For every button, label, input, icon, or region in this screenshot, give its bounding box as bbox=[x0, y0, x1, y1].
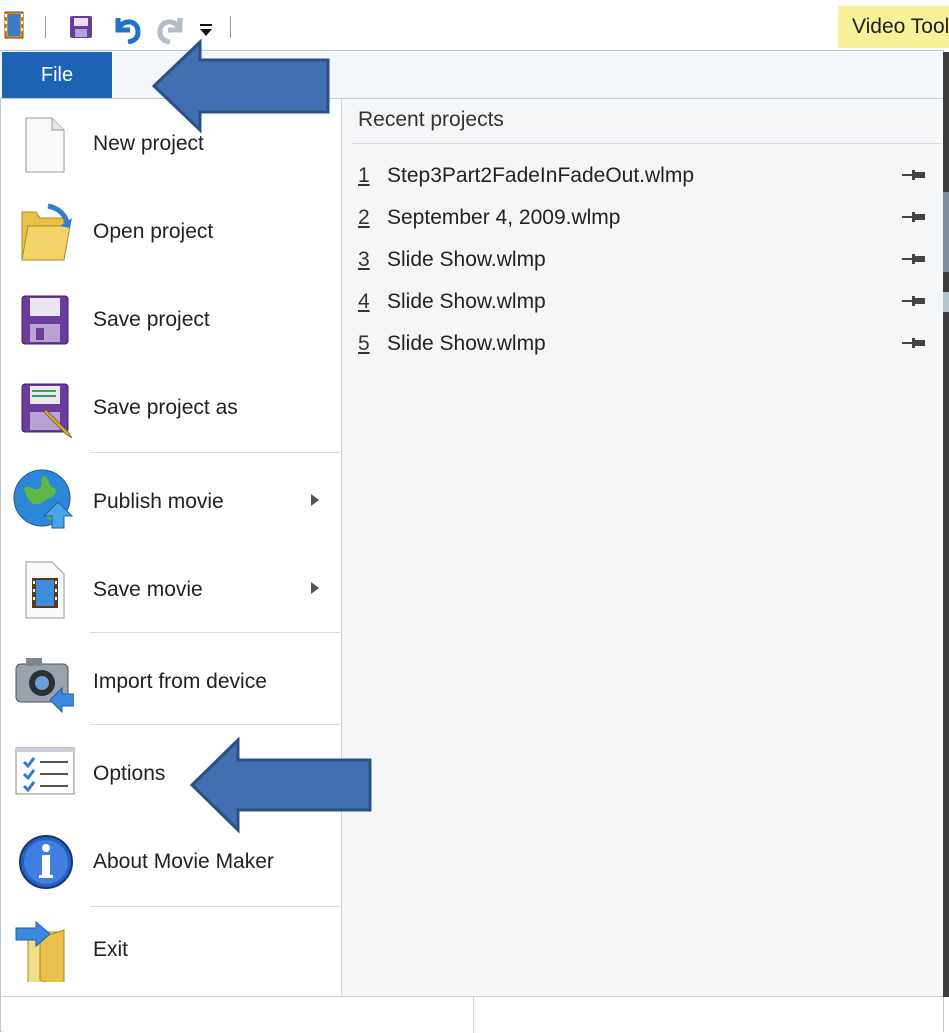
recent-project-number: 5 bbox=[358, 332, 370, 355]
checklist-icon bbox=[15, 747, 75, 795]
recent-project-name: Slide Show.wlmp bbox=[387, 290, 546, 313]
pin-icon[interactable] bbox=[902, 336, 928, 350]
film-strip-icon[interactable] bbox=[2, 10, 26, 40]
ribbon-tab-bar bbox=[0, 52, 943, 99]
menu-item-label: Save project bbox=[93, 308, 210, 331]
film-file-icon bbox=[25, 561, 65, 619]
recent-project-number: 4 bbox=[358, 290, 370, 313]
callout-arrow-options bbox=[189, 736, 372, 834]
undo-icon[interactable] bbox=[110, 10, 144, 44]
video-tools-tab[interactable]: Video Tools bbox=[838, 6, 949, 48]
pin-icon[interactable] bbox=[902, 252, 928, 266]
menu-item-label: Publish movie bbox=[93, 490, 224, 513]
pin-icon[interactable] bbox=[902, 294, 928, 308]
save-disk-icon bbox=[21, 295, 69, 345]
background-window-edge bbox=[943, 52, 949, 997]
recent-project-item[interactable]: 3 Slide Show.wlmp bbox=[352, 242, 932, 282]
exit-icon bbox=[15, 920, 65, 982]
pin-icon[interactable] bbox=[902, 210, 928, 224]
menu-item-label: Exit bbox=[93, 938, 129, 961]
save-icon[interactable] bbox=[68, 14, 94, 40]
globe-upload-icon bbox=[13, 469, 74, 529]
menu-item-exit[interactable]: Exit bbox=[2, 914, 341, 994]
recent-project-item[interactable]: 2 September 4, 2009.wlmp bbox=[352, 200, 932, 240]
menu-separator bbox=[90, 452, 340, 453]
menu-item-label: Options bbox=[93, 762, 166, 785]
recent-project-item[interactable]: 4 Slide Show.wlmp bbox=[352, 284, 932, 324]
menu-item-label: Import from device bbox=[93, 670, 267, 693]
submenu-arrow-icon bbox=[311, 582, 319, 594]
recent-project-item[interactable]: 1 Step3Part2FadeInFadeOut.wlmp bbox=[352, 158, 932, 198]
menu-item-label: Save project as bbox=[93, 396, 238, 419]
menu-item-label: Open project bbox=[93, 220, 214, 243]
submenu-arrow-icon bbox=[311, 494, 319, 506]
recent-project-name: Slide Show.wlmp bbox=[387, 248, 546, 271]
new-project-icon bbox=[25, 117, 65, 173]
pin-icon[interactable] bbox=[902, 168, 928, 182]
file-tab[interactable]: File bbox=[2, 52, 112, 98]
customize-dropdown-icon[interactable] bbox=[198, 22, 214, 38]
menu-separator bbox=[90, 632, 340, 633]
info-icon bbox=[19, 835, 73, 889]
menu-item-import-from-device[interactable]: Import from device bbox=[2, 642, 341, 720]
menu-item-label: New project bbox=[93, 132, 204, 155]
menu-item-save-project[interactable]: Save project bbox=[2, 284, 341, 356]
recent-project-number: 1 bbox=[358, 164, 370, 187]
recent-projects-divider bbox=[352, 143, 942, 144]
menu-footer bbox=[2, 996, 943, 1033]
recent-project-number: 3 bbox=[358, 248, 370, 271]
menu-item-label: Save movie bbox=[93, 578, 203, 601]
menu-item-publish-movie[interactable]: Publish movie bbox=[2, 462, 341, 540]
recent-project-number: 2 bbox=[358, 206, 370, 229]
recent-project-name: September 4, 2009.wlmp bbox=[387, 206, 621, 229]
recent-project-name: Slide Show.wlmp bbox=[387, 332, 546, 355]
save-as-icon bbox=[21, 383, 73, 439]
camera-icon bbox=[15, 658, 74, 714]
quick-access-toolbar bbox=[0, 0, 949, 52]
recent-project-item[interactable]: 5 Slide Show.wlmp bbox=[352, 326, 932, 366]
menu-item-save-movie[interactable]: Save movie bbox=[2, 552, 341, 630]
open-folder-icon bbox=[21, 203, 72, 261]
menu-item-open-project[interactable]: Open project bbox=[2, 196, 341, 268]
menu-separator bbox=[90, 724, 340, 725]
menu-separator bbox=[90, 906, 340, 907]
recent-projects-heading: Recent projects bbox=[358, 108, 504, 131]
recent-project-name: Step3Part2FadeInFadeOut.wlmp bbox=[387, 164, 695, 187]
callout-arrow-file bbox=[151, 38, 330, 134]
menu-item-save-project-as[interactable]: Save project as bbox=[2, 372, 341, 444]
menu-item-label: About Movie Maker bbox=[93, 850, 274, 873]
